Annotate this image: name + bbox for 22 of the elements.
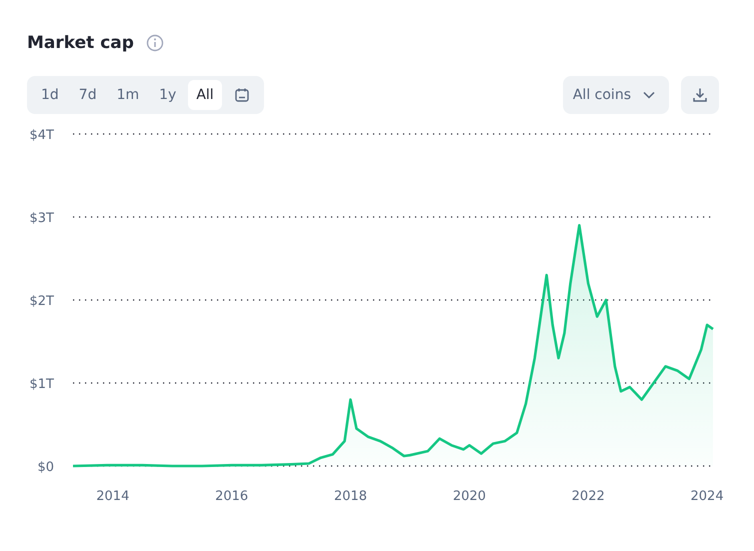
download-icon — [692, 87, 708, 103]
y-axis-label: $3T — [30, 211, 54, 226]
range-tab[interactable]: All — [188, 80, 222, 110]
y-axis-label: $1T — [30, 377, 54, 392]
x-axis-label: 2020 — [452, 489, 486, 504]
y-axis-label: $0 — [37, 460, 54, 475]
x-axis-label: 2024 — [690, 489, 724, 504]
y-axis-label: $4T — [30, 128, 54, 143]
chevron-down-icon — [643, 91, 655, 99]
range-tab[interactable]: 1m — [108, 80, 148, 110]
range-tab[interactable]: 1d — [33, 80, 67, 110]
download-button[interactable] — [681, 76, 719, 114]
coin-filter-dropdown[interactable]: All coins — [562, 76, 669, 114]
x-axis-label: 2016 — [215, 489, 248, 504]
x-axis-label: 2022 — [572, 489, 605, 504]
y-axis-label: $2T — [30, 294, 54, 309]
x-axis-label: 2014 — [96, 489, 130, 504]
range-tab[interactable]: 7d — [70, 80, 105, 110]
range-tab[interactable]: 1y — [151, 80, 184, 110]
card-title: Market cap — [27, 33, 134, 53]
x-axis-label: 2018 — [334, 489, 368, 504]
calendar-icon — [234, 87, 250, 103]
